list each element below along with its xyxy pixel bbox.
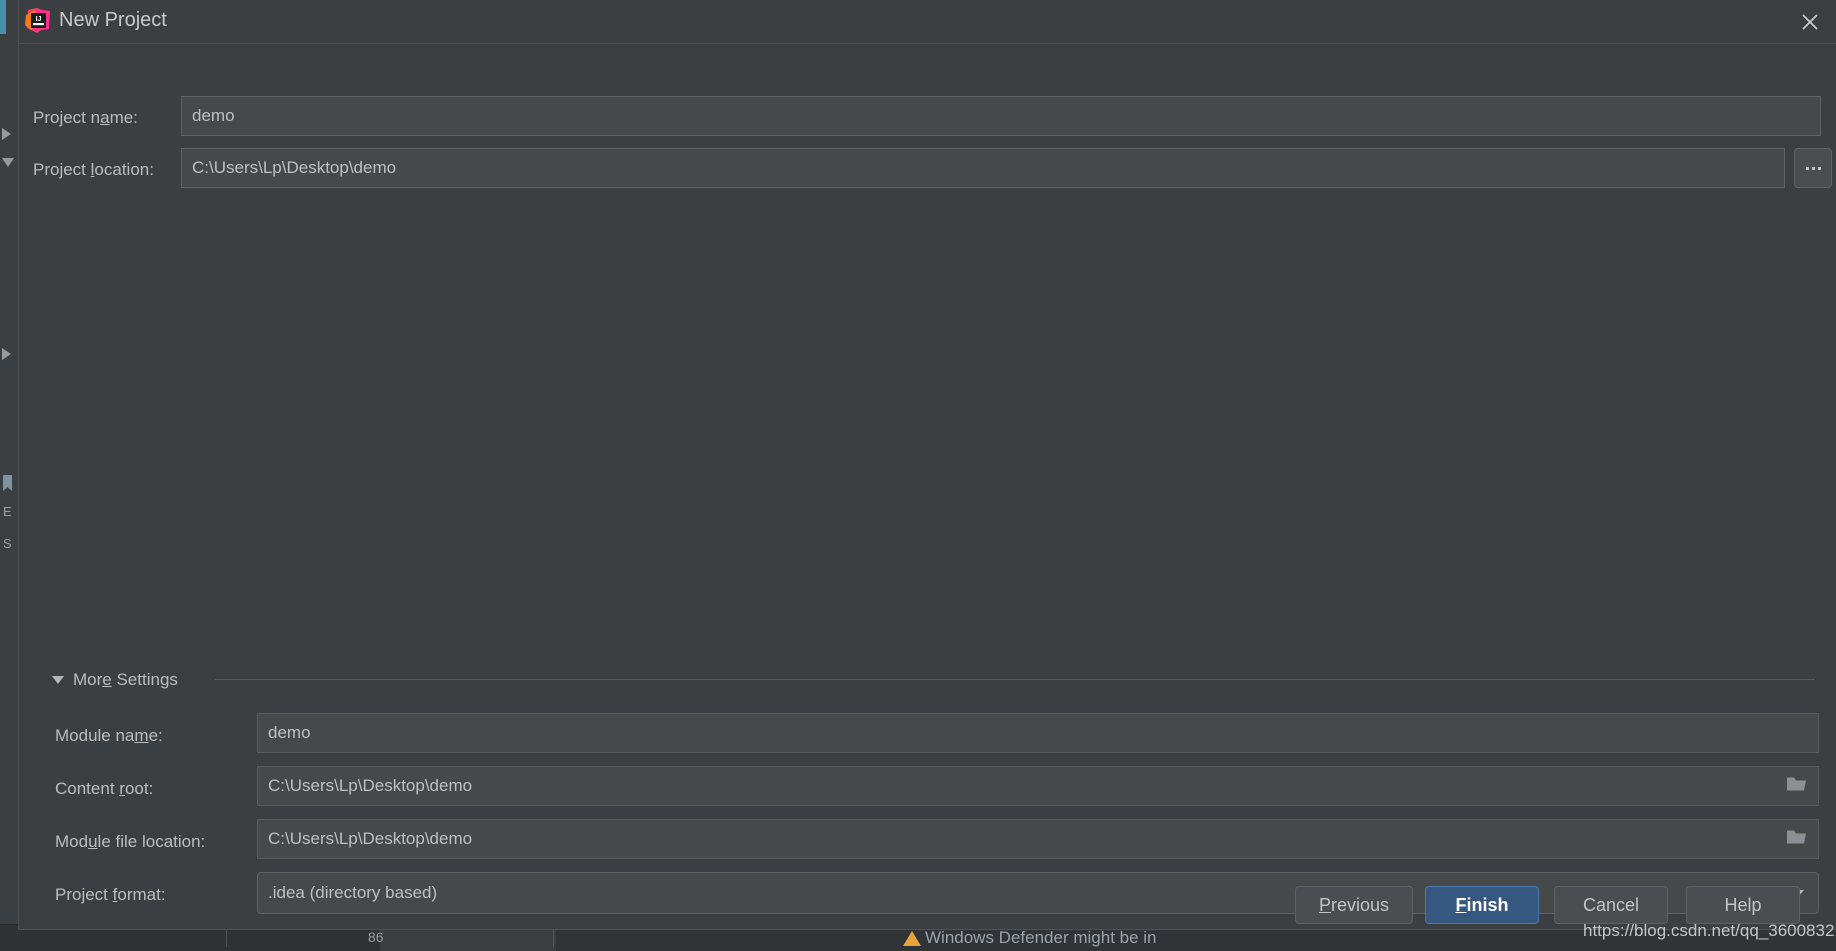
- module-name-input[interactable]: demo: [257, 713, 1819, 753]
- ide-status-divider-1: [226, 929, 227, 947]
- finish-button-label: Finish: [1455, 894, 1509, 915]
- ide-gutter-letter-e: E: [3, 504, 12, 519]
- ide-status-number: 86: [368, 929, 384, 945]
- ide-collapse-arrow-icon[interactable]: [2, 158, 14, 167]
- dialog-title: New Project: [59, 9, 167, 31]
- project-location-label: Project location:: [33, 160, 154, 179]
- module-file-location-input[interactable]: C:\Users\Lp\Desktop\demo: [257, 819, 1819, 859]
- more-settings-toggle[interactable]: More Settings: [52, 670, 178, 690]
- content-root-value: C:\Users\Lp\Desktop\demo: [268, 776, 473, 795]
- more-settings-separator: [215, 679, 1815, 680]
- project-location-value: C:\Users\Lp\Desktop\demo: [192, 158, 397, 177]
- close-icon[interactable]: [1792, 4, 1828, 40]
- module-name-label: Module name:: [55, 726, 163, 745]
- project-name-value: demo: [192, 106, 235, 125]
- more-settings-label: More Settings: [73, 670, 178, 689]
- new-project-dialog: IJ New Project Project name: demo Projec…: [19, 0, 1836, 929]
- ide-expand-arrow-icon[interactable]: [2, 128, 11, 140]
- project-name-label: Project name:: [33, 108, 138, 127]
- help-button[interactable]: Help: [1686, 886, 1800, 924]
- project-name-input[interactable]: demo: [181, 96, 1821, 136]
- intellij-idea-logo-icon: IJ: [23, 6, 53, 36]
- project-location-input[interactable]: C:\Users\Lp\Desktop\demo: [181, 148, 1785, 188]
- module-file-location-label: Module file location:: [55, 832, 206, 851]
- chevron-down-icon: [52, 676, 64, 684]
- ellipsis-icon: [1805, 166, 1821, 170]
- finish-button[interactable]: Finish: [1425, 886, 1539, 924]
- folder-icon[interactable]: [1786, 828, 1808, 851]
- dialog-footer: Previous Finish Cancel Help: [19, 881, 1836, 929]
- ide-status-divider-2: [553, 929, 554, 947]
- previous-button[interactable]: Previous: [1295, 886, 1413, 924]
- project-location-browse-button[interactable]: [1794, 148, 1832, 188]
- module-file-location-value: C:\Users\Lp\Desktop\demo: [268, 829, 473, 848]
- ide-expand-arrow-icon-2[interactable]: [2, 348, 11, 360]
- ide-gutter-letter-s: S: [3, 536, 12, 551]
- cancel-button-label: Cancel: [1582, 894, 1640, 915]
- content-root-input[interactable]: C:\Users\Lp\Desktop\demo: [257, 766, 1819, 806]
- watermark-url: https://blog.csdn.net/qq_36008321: [1583, 921, 1836, 940]
- warning-icon: [903, 931, 921, 946]
- help-button-label: Help: [1724, 894, 1762, 915]
- previous-button-label: Previous: [1318, 894, 1390, 915]
- defender-notice-text: Windows Defender might be in: [925, 928, 1157, 947]
- folder-icon[interactable]: [1786, 775, 1808, 798]
- svg-text:IJ: IJ: [36, 16, 42, 23]
- cancel-button[interactable]: Cancel: [1554, 886, 1668, 924]
- module-name-value: demo: [268, 723, 311, 742]
- ide-active-tab-accent: [0, 0, 6, 34]
- dialog-content: Project name: demo Project location: C:\…: [19, 43, 1836, 914]
- content-root-label: Content root:: [55, 779, 154, 798]
- dialog-titlebar: IJ New Project: [19, 0, 1836, 43]
